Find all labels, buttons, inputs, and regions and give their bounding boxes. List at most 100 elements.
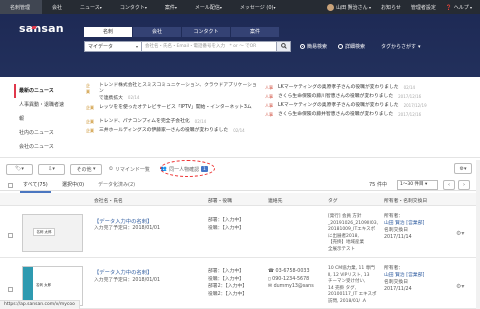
remind-label: リマインド一覧	[114, 166, 150, 173]
col-tag[interactable]: タグ	[328, 197, 338, 204]
select-all-checkbox[interactable]	[8, 183, 13, 188]
option-label: 詳細検索	[345, 44, 366, 50]
nav-card-management[interactable]: 名刺管理	[0, 0, 43, 14]
search-row: マイデータ 会社名・氏名・Email・電話番号を入力 * or ～ でOR	[84, 40, 291, 52]
nav-deals[interactable]: 案件	[155, 0, 185, 14]
nav-news[interactable]: ニュース	[70, 0, 110, 14]
page-range-select[interactable]: 1〜30 件目 ▾	[397, 180, 438, 190]
nav-messages[interactable]: メッセージ (0)	[230, 0, 284, 14]
search-tabs: 名刺 会社 コンタクト 案件	[84, 27, 280, 37]
row-gear-icon[interactable]: ⚙▾	[456, 283, 464, 290]
news-date: 02/14	[233, 128, 245, 133]
chevron-left-icon: ‹	[448, 182, 450, 188]
scrollbar[interactable]	[476, 160, 480, 309]
news-list-personnel: 人事 LKマーケティングの奥原孝子さんの役職が変わりました 02/14 人事 さくら生…	[264, 85, 474, 121]
tab-cards[interactable]: 名刺	[84, 27, 132, 37]
nav-company[interactable]: 会社	[42, 0, 70, 14]
news-nav-personnel[interactable]: 人事異動・退職者速報	[14, 98, 66, 126]
nav-mail[interactable]: メール配信	[185, 0, 230, 14]
row-checkbox[interactable]	[8, 287, 13, 292]
highlight-annotation	[160, 160, 215, 177]
other-menu-button[interactable]: その他 ▾	[70, 163, 102, 175]
news-nav-internal[interactable]: 社内のニュース	[14, 126, 66, 140]
row-checkbox[interactable]	[8, 233, 13, 238]
news-item[interactable]: 企業 レッツをを使ったオテレビサービス「IPTV」開始・インターネット3ム	[85, 105, 260, 111]
remind-list-link[interactable]: ⏲ リマインド一覧	[109, 166, 150, 173]
tab-data-pending[interactable]: データ化済み(2)	[98, 180, 135, 191]
simple-search-option[interactable]: 簡易検索	[300, 43, 327, 50]
nav-label: 名刺管理	[10, 4, 31, 11]
news-item[interactable]: 人事 LKマーケティングの奥原孝子さんの役職が変わりました 2017/12/19	[264, 103, 474, 109]
radio-simple[interactable]	[300, 44, 305, 49]
tab-selected[interactable]: 選択中(0)	[62, 180, 84, 191]
tag-button[interactable]: 🏷 ▾	[6, 163, 33, 175]
business-card-image[interactable]: 名刺 太郎	[22, 214, 83, 252]
detail-search-option[interactable]: 詳細検索	[338, 43, 365, 50]
settings-menu-button[interactable]: ⚙ ▾	[454, 163, 472, 174]
search-scope-select[interactable]: マイデータ	[84, 40, 142, 52]
news-item[interactable]: 人事 さくら生命保険の藤川智恵さんの役職が変わりました 2017/12/16	[264, 94, 474, 100]
range-label: 1〜30 件目	[400, 182, 424, 187]
chevron-right-icon: ›	[463, 182, 465, 188]
news-nav-company[interactable]: 会社のニュース	[14, 140, 66, 154]
news-text: さくら生命保険の藤川智恵さんの役職が変わりました	[278, 94, 394, 99]
owner-cell: 所有者： 山田 賢治 [営業部] 名刺交換日 2017/11/24	[384, 266, 425, 292]
col-name[interactable]: 会社名・氏名	[94, 197, 123, 204]
notice-link[interactable]: お知らせ	[381, 4, 401, 11]
tag-list[interactable]: [発行] 会員 方針 _20191026_2109III03, 20181009_I…	[328, 214, 378, 254]
tab-contact[interactable]: コンタクト	[182, 27, 230, 37]
news-nav-latest[interactable]: 最新のニュース	[14, 84, 66, 98]
news-item[interactable]: 企業 トレンド株式会社とスミスコミュニケーション、クラウドアプリケーション で連携拡…	[85, 83, 260, 102]
tab-company[interactable]: 会社	[133, 27, 181, 37]
title-value: 役職：【入力中】	[208, 226, 244, 231]
news-item[interactable]: 人事 さくら生命保険の藤井智恵さんの役職が変わりました 2017/12/16	[264, 112, 474, 118]
phone-row[interactable]: ☎ 03-6758-0033	[268, 268, 314, 276]
search-input[interactable]: 会社名・氏名・Email・電話番号を入力 * or ～ でOR	[142, 40, 277, 52]
news-text: LKマーケティングの奥原孝子さんの役職が変わりました	[278, 85, 399, 90]
search-button[interactable]	[277, 40, 291, 52]
tab-deals[interactable]: 案件	[231, 27, 279, 37]
news-item[interactable]: 企業 トレンド、パナコンプィムを完全子会社化 02/14	[85, 119, 260, 125]
result-count: 75 件中	[369, 182, 387, 188]
option-label: タグからさがす	[381, 44, 417, 50]
nav-label: ニュース	[80, 4, 100, 11]
news-date: 02/14	[403, 85, 416, 90]
dept-value: 部署：【入力中】	[208, 218, 244, 223]
phone-icon: ☎	[268, 269, 274, 274]
radio-detail[interactable]	[338, 44, 343, 49]
user-menu[interactable]: 山田 賢治さん	[327, 3, 371, 11]
nav-label: 会社	[52, 4, 63, 11]
user-name: 山田 賢治さん	[336, 4, 368, 11]
col-contact[interactable]: 連絡先	[268, 197, 282, 204]
help-link[interactable]: ❓ ヘルプ	[446, 4, 472, 11]
nav-label: メッセージ (0)	[239, 4, 274, 11]
prev-page-button[interactable]: ‹	[443, 180, 455, 190]
col-owner[interactable]: 所有者・名刺交換日	[384, 197, 427, 204]
admin-settings-link[interactable]: 管理者設定	[411, 4, 436, 11]
card-title-link[interactable]: 【データ入力中の名刺】	[94, 217, 152, 225]
news-item[interactable]: 企業 三井ホールディングスの伊藤家一さんの役職が変わりました 02/14	[85, 128, 260, 134]
news-tag: 企業	[86, 105, 94, 110]
tab-all[interactable]: すべて(75)	[20, 180, 51, 193]
mail-icon: ✉	[268, 284, 273, 289]
owner-cell: 所有者： 山田 賢治 [営業部] 名刺交換日 2017/11/14	[384, 214, 425, 240]
tag-list[interactable]: 10 CM協力業, 11 専門 Ⅱ, 12 VIPリスト, 13 チーマン受け付い,…	[328, 266, 377, 306]
download-button[interactable]: ⇩ ▾	[38, 163, 65, 175]
news-tag: 人事	[265, 94, 273, 99]
nav-contact[interactable]: コンタクト	[110, 0, 155, 14]
mobile-icon: ▯	[268, 276, 271, 282]
mobile-row[interactable]: ▯ 090-1234-5678	[268, 276, 314, 284]
email-row[interactable]: ✉ dummy13@sans	[268, 283, 314, 291]
row-gear-icon[interactable]: ⚙▾	[456, 230, 464, 237]
dept-cell: 部署：【入力中】 役職：【入力中】 部署2：【入力中】 役職2：【入力中】	[208, 269, 248, 297]
news-tag: 企業	[86, 119, 94, 124]
card-title-link[interactable]: 【データ入力中の名刺】	[94, 268, 152, 276]
news-item[interactable]: 人事 LKマーケティングの奥原孝子さんの役職が変わりました 02/14	[264, 85, 474, 91]
col-dept[interactable]: 部署・役職	[208, 197, 232, 204]
news-list-company: 企業 トレンド株式会社とスミスコミュニケーション、クラウドアプリケーション で連携拡…	[85, 83, 260, 137]
next-page-button[interactable]: ›	[458, 180, 470, 190]
news-text: 三井ホールディングスの伊藤家一さんの役職が変わりました	[99, 128, 229, 133]
sansan-logo[interactable]: sansan	[19, 22, 64, 35]
tag-search-link[interactable]: タグからさがす ▾	[381, 43, 421, 51]
news-text: トレンド株式会社とスミスコミュニケーション、クラウドアプリケーション で連携拡大 0…	[98, 83, 257, 101]
